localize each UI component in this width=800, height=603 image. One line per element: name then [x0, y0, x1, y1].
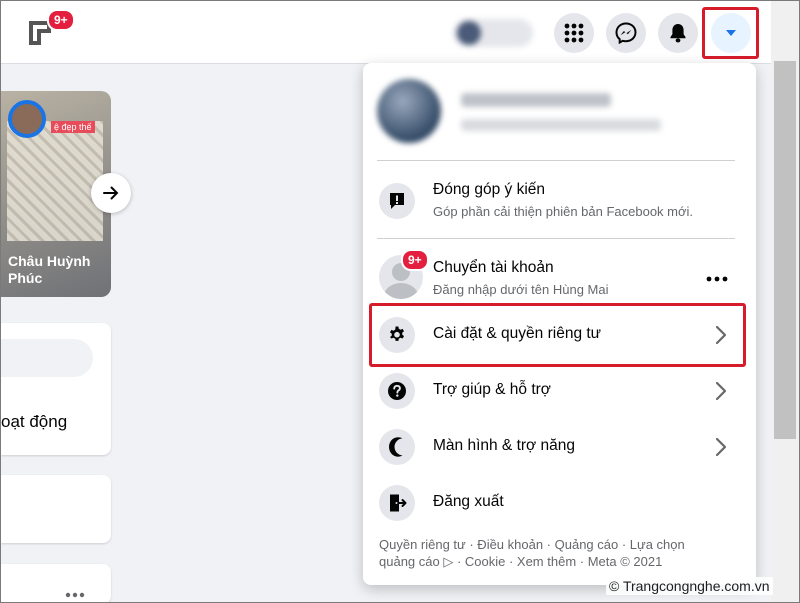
watermark: © Trangcongnghe.com.vn: [606, 577, 773, 595]
switch-account-subtitle: Đăng nhập dưới tên Hùng Mai: [433, 282, 609, 297]
feedback-title: Đóng góp ý kiến: [433, 181, 546, 198]
next-stories-button[interactable]: [91, 173, 131, 213]
account-button-highlight: [702, 7, 759, 59]
menu-footer-links[interactable]: Quyền riêng tư · Điều khoản · Quảng cáo …: [379, 536, 739, 570]
menu-divider: [377, 238, 735, 239]
switch-account-badge: 9+: [401, 249, 429, 271]
messenger-button[interactable]: [606, 13, 646, 53]
chevron-right-icon: [715, 437, 727, 457]
messenger-icon: [615, 22, 637, 44]
help-icon-wrap: [379, 373, 415, 409]
menu-item-log-out[interactable]: Đăng xuất: [371, 477, 743, 529]
more-options-icon[interactable]: [65, 592, 85, 598]
menu-profile-link[interactable]: [371, 71, 737, 149]
menu-item-help-support[interactable]: Trợ giúp & hỗ trợ: [371, 365, 743, 417]
feedback-icon-wrap: [379, 183, 415, 219]
footer-line-2[interactable]: quảng cáo ▷ · Cookie · Xem thêm · Meta ©…: [379, 553, 739, 570]
footer-line-1[interactable]: Quyền riêng tư · Điều khoản · Quảng cáo …: [379, 536, 739, 553]
menu-item-switch-account[interactable]: 9+ Chuyển tài khoản Đăng nhập dưới tên H…: [371, 249, 743, 305]
moon-icon-wrap: [379, 429, 415, 465]
logout-icon-wrap: [379, 485, 415, 521]
notifications-button[interactable]: [658, 13, 698, 53]
story-avatar: [8, 100, 46, 138]
arrow-right-icon: [103, 186, 119, 200]
chevron-right-icon: [715, 381, 727, 401]
notification-count-badge: 9+: [47, 9, 75, 31]
settings-item-highlight: [369, 303, 746, 367]
feed-card: [1, 475, 111, 543]
menu-item-feedback[interactable]: Đóng góp ý kiến Góp phần cải thiện phiên…: [371, 173, 743, 229]
log-out-icon: [390, 494, 407, 512]
menu-grid-icon: [564, 23, 584, 43]
menu-button[interactable]: [554, 13, 594, 53]
profile-subtitle-blurred: [461, 119, 661, 131]
story-image: [7, 121, 103, 241]
feedback-icon: [390, 193, 404, 209]
question-icon: [388, 382, 406, 400]
menu-item-display-accessibility[interactable]: Màn hình & trợ năng: [371, 421, 743, 473]
top-navigation-bar: 9+: [1, 1, 771, 64]
moon-icon: [389, 437, 403, 457]
feedback-subtitle: Góp phần cải thiện phiên bản Facebook mớ…: [433, 204, 694, 219]
story-author-name: Châu Huỳnh Phúc: [8, 253, 91, 286]
scroll-thumb[interactable]: [774, 61, 796, 439]
bell-icon: [670, 24, 686, 43]
browser-frame: 9+ ệ đẹp thế Châu Huỳnh Phúc oạt động Đó…: [0, 0, 800, 603]
activity-text: oạt động: [1, 412, 68, 431]
switch-account-title: Chuyển tài khoản: [433, 259, 554, 276]
page-scrollbar[interactable]: [771, 1, 799, 602]
profile-chip[interactable]: [453, 19, 533, 47]
profile-avatar: [377, 79, 441, 143]
log-out-label: Đăng xuất: [433, 493, 504, 510]
feed-card-bottom: [1, 564, 111, 602]
profile-name-blurred: [461, 93, 611, 107]
more-options-icon[interactable]: [705, 275, 729, 283]
create-post-input[interactable]: [1, 339, 93, 377]
menu-divider: [377, 160, 735, 161]
story-tag-text: ệ đẹp thế: [51, 121, 95, 133]
help-support-label: Trợ giúp & hỗ trợ: [433, 381, 551, 398]
display-accessibility-label: Màn hình & trợ năng: [433, 437, 575, 454]
